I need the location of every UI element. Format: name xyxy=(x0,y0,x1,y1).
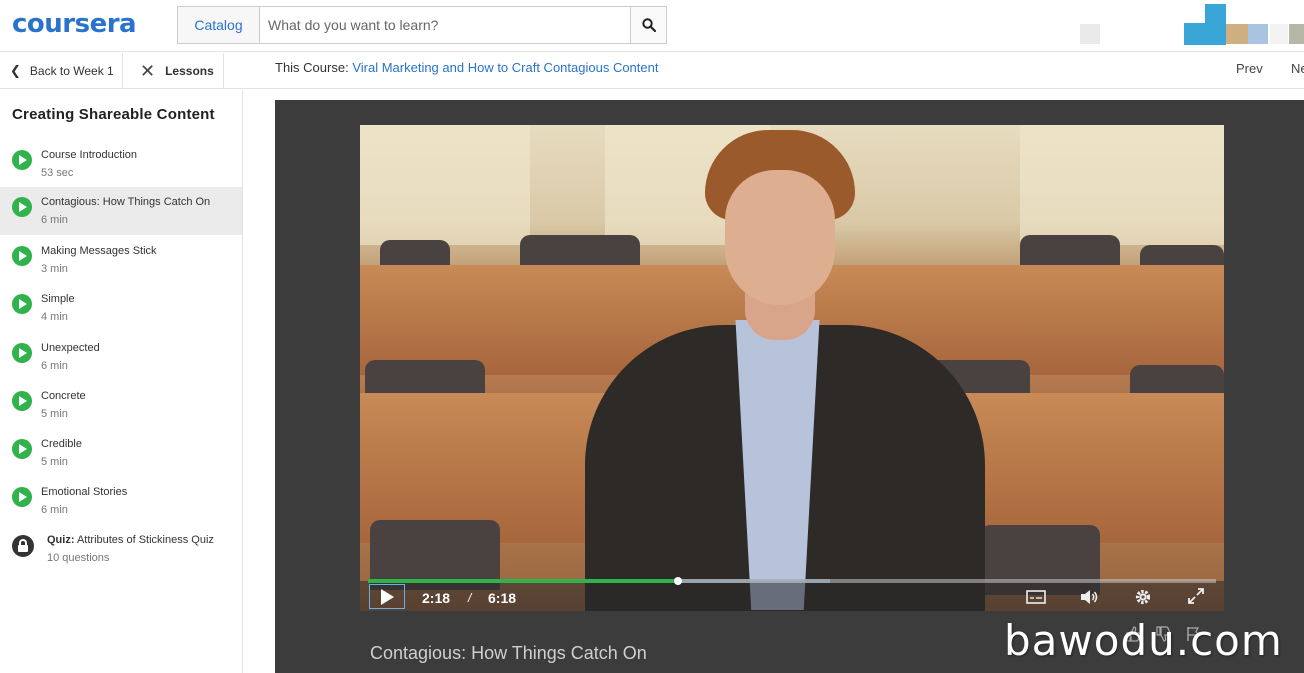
coursera-logo[interactable]: coursera xyxy=(12,9,137,39)
lesson-item-quiz[interactable]: Quiz: Attributes of Stickiness Quiz 10 q… xyxy=(0,525,242,573)
quiz-title: Attributes of Stickiness Quiz xyxy=(76,534,214,546)
account-block-5 xyxy=(1289,24,1304,44)
lessons-label: Lessons xyxy=(165,64,214,78)
lesson-label: Unexpected xyxy=(41,342,100,354)
prev-button[interactable]: Prev xyxy=(1236,61,1263,76)
play-circle-icon xyxy=(12,197,32,217)
duration: 6:18 xyxy=(488,590,517,606)
lesson-duration: 6 min xyxy=(41,214,68,226)
account-block-3 xyxy=(1248,24,1268,44)
course-prefix: This Course: xyxy=(275,60,349,75)
course-link[interactable]: Viral Marketing and How to Craft Contagi… xyxy=(352,60,658,75)
play-circle-icon xyxy=(12,294,32,314)
lesson-nav-bar: ❮ Back to Week 1 ✕ Lessons This Course: … xyxy=(0,53,1304,89)
lock-icon xyxy=(12,535,34,557)
course-breadcrumb: This Course: Viral Marketing and How to … xyxy=(275,60,658,75)
play-circle-icon xyxy=(12,487,32,507)
lecture-area: 2:18 / 6:18 Contagious: How Things Catch… xyxy=(275,100,1304,673)
lesson-label: Simple xyxy=(41,293,75,305)
module-title: Creating Shareable Content xyxy=(12,106,215,123)
lesson-duration: 4 min xyxy=(41,311,68,323)
speaker-face xyxy=(725,170,835,305)
lesson-label: Course Introduction xyxy=(41,149,137,161)
lesson-item-credible[interactable]: Credible 5 min xyxy=(0,429,242,477)
lesson-label: Emotional Stories xyxy=(41,486,128,498)
search-input[interactable] xyxy=(260,7,630,43)
close-icon: ✕ xyxy=(140,60,156,81)
account-block-2 xyxy=(1226,24,1248,44)
lesson-duration: 3 min xyxy=(41,263,68,275)
seek-handle[interactable] xyxy=(673,577,682,585)
play-circle-icon xyxy=(12,439,32,459)
lesson-label: Contagious: How Things Catch On xyxy=(41,196,211,208)
lesson-item-unexpected[interactable]: Unexpected 6 min xyxy=(0,333,242,381)
lesson-label: Making Messages Stick xyxy=(41,245,157,257)
watermark: bawodu.com xyxy=(1004,616,1283,665)
catalog-button[interactable]: Catalog xyxy=(178,7,260,43)
current-time: 2:18 xyxy=(422,590,451,606)
play-icon xyxy=(380,588,394,605)
chevron-left-icon: ❮ xyxy=(10,63,21,78)
lesson-duration: 5 min xyxy=(41,456,68,468)
back-to-week-button[interactable]: ❮ Back to Week 1 xyxy=(0,53,123,89)
lesson-item-contagious[interactable]: Contagious: How Things Catch On 6 min xyxy=(0,187,242,235)
gear-icon[interactable] xyxy=(1132,587,1154,607)
back-label: Back to Week 1 xyxy=(29,64,114,78)
quiz-question-count: 10 questions xyxy=(47,552,110,564)
account-avatar-block[interactable] xyxy=(1080,24,1100,44)
lesson-item-making-messages-stick[interactable]: Making Messages Stick 3 min xyxy=(0,236,242,284)
search-bar: Catalog xyxy=(177,6,667,44)
lesson-item-concrete[interactable]: Concrete 5 min xyxy=(0,381,242,429)
lesson-label: Credible xyxy=(41,438,82,450)
lesson-item-emotional-stories[interactable]: Emotional Stories 6 min xyxy=(0,477,242,525)
lesson-duration: 5 min xyxy=(41,408,68,420)
account-block-4 xyxy=(1270,24,1288,44)
time-separator: / xyxy=(468,591,472,605)
play-circle-icon xyxy=(12,246,32,266)
play-button[interactable] xyxy=(369,584,405,609)
lesson-label: Quiz: Attributes of Stickiness Quiz xyxy=(47,534,214,546)
lesson-duration: 53 sec xyxy=(41,167,74,179)
lesson-duration: 6 min xyxy=(41,504,68,516)
lesson-item-course-introduction[interactable]: Course Introduction 53 sec xyxy=(0,140,242,188)
video-player[interactable]: 2:18 / 6:18 xyxy=(360,125,1224,611)
search-button[interactable] xyxy=(630,7,666,43)
video-title: Contagious: How Things Catch On xyxy=(370,643,647,663)
quiz-prefix: Quiz: xyxy=(47,534,75,546)
fullscreen-icon[interactable] xyxy=(1185,587,1207,607)
lessons-sidebar: Creating Shareable Content Course Introd… xyxy=(0,90,243,673)
lesson-item-simple[interactable]: Simple 4 min xyxy=(0,284,242,332)
captions-icon[interactable] xyxy=(1025,587,1047,607)
lesson-duration: 6 min xyxy=(41,360,68,372)
account-block[interactable] xyxy=(1184,4,1226,45)
lesson-label: Concrete xyxy=(41,390,86,402)
search-icon xyxy=(641,18,656,32)
lessons-toggle-button[interactable]: ✕ Lessons xyxy=(124,53,224,89)
scene-wall-panel xyxy=(1020,125,1224,245)
play-circle-icon xyxy=(12,391,32,411)
next-button[interactable]: Ne xyxy=(1291,61,1304,76)
play-circle-icon xyxy=(12,343,32,363)
volume-icon[interactable] xyxy=(1078,587,1100,607)
play-circle-icon xyxy=(12,150,32,170)
seek-bar[interactable] xyxy=(368,577,1216,585)
top-header: coursera Catalog xyxy=(0,0,1304,52)
scene-wall-panel xyxy=(360,125,530,245)
played-bar xyxy=(368,579,678,583)
